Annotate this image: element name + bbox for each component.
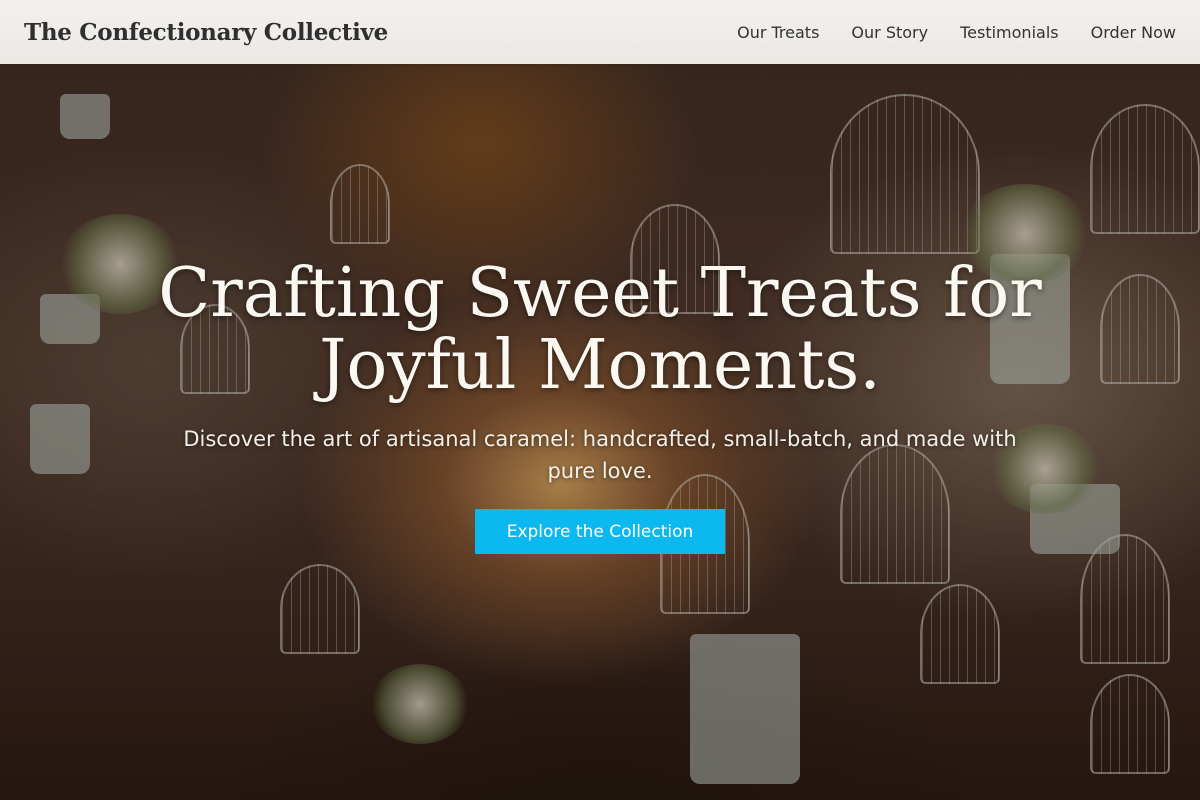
main-nav: Our Treats Our Story Testimonials Order … <box>737 23 1176 42</box>
hero-subheadline: Discover the art of artisanal caramel: h… <box>183 427 1017 483</box>
nav-link-order-now[interactable]: Order Now <box>1091 23 1176 42</box>
hero-headline: Crafting Sweet Treats for Joyful Moments… <box>158 254 1042 405</box>
site-header: The Confectionary Collective Our Treats … <box>0 0 1200 64</box>
explore-collection-button[interactable]: Explore the Collection <box>475 509 725 554</box>
nav-link-testimonials[interactable]: Testimonials <box>960 23 1059 42</box>
landing-page: The Confectionary Collective Our Treats … <box>0 0 1200 800</box>
brand-logo[interactable]: The Confectionary Collective <box>24 19 388 46</box>
nav-link-our-story[interactable]: Our Story <box>851 23 928 42</box>
nav-link-our-treats[interactable]: Our Treats <box>737 23 819 42</box>
hero-section: Crafting Sweet Treats for Joyful Moments… <box>0 64 1200 800</box>
